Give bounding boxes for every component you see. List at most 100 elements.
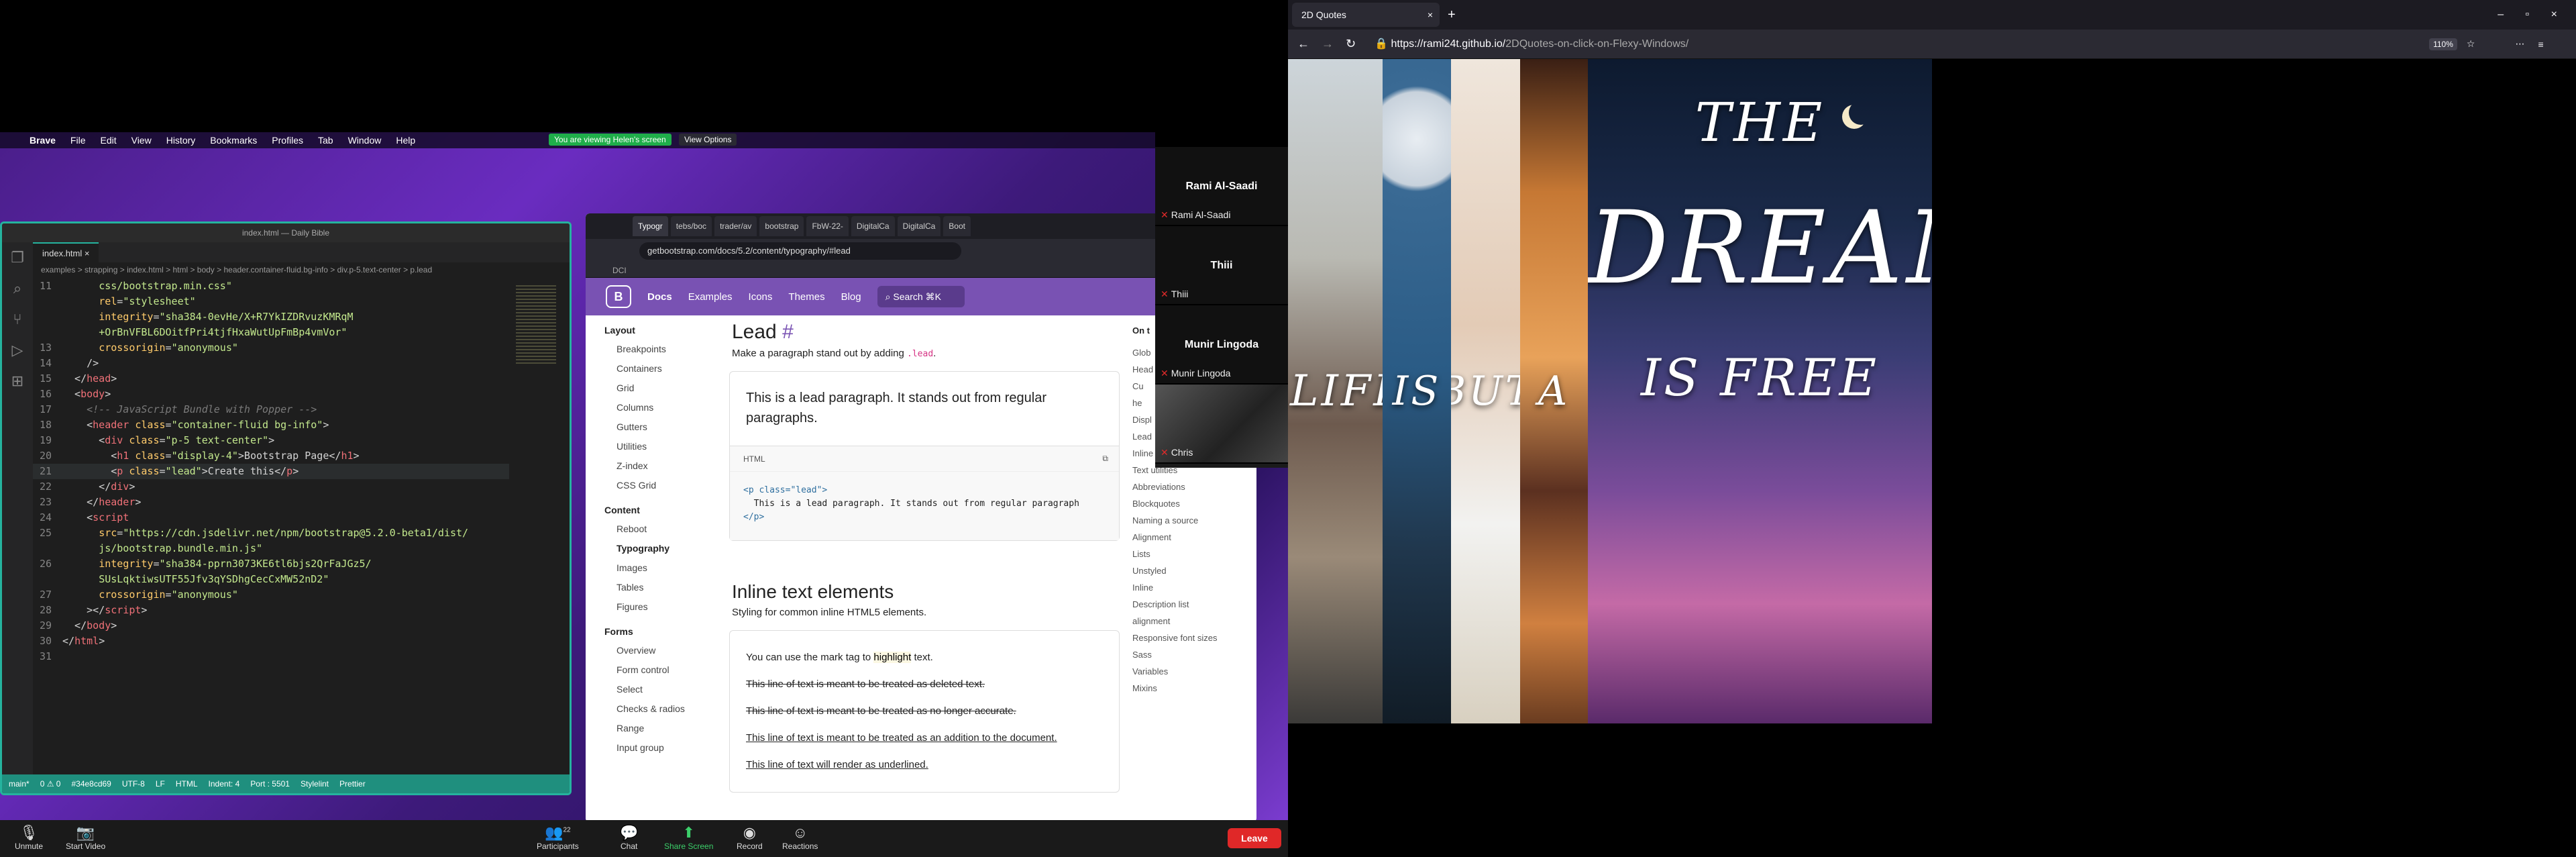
record-button[interactable]: ◉ Record: [737, 824, 763, 851]
code-line[interactable]: js/bootstrap.bundle.min.js": [33, 541, 509, 556]
browser-tab[interactable]: Boot: [943, 216, 971, 236]
port-status[interactable]: Port : 5501: [250, 779, 290, 789]
unmute-button[interactable]: 🎙 Unmute: [15, 824, 43, 851]
search-icon[interactable]: ⌕: [2, 273, 33, 304]
menu-help[interactable]: Help: [396, 135, 415, 146]
code-line[interactable]: 16 <body>: [33, 387, 509, 402]
sidebar-item[interactable]: Utilities: [616, 437, 720, 456]
firefox-tab[interactable]: 2D Quotes ×: [1292, 3, 1440, 27]
menu-view[interactable]: View: [131, 135, 152, 146]
sidebar-item[interactable]: Images: [616, 558, 720, 578]
language-status[interactable]: HTML: [176, 779, 198, 789]
browser-tab[interactable]: trader/av: [714, 216, 757, 236]
sidebar-item[interactable]: Breakpoints: [616, 340, 720, 359]
browser-tab[interactable]: bootstrap: [759, 216, 804, 236]
participant-tile[interactable]: Thiii ✕ Thiii: [1155, 226, 1288, 305]
toc-item[interactable]: Sass: [1132, 646, 1256, 663]
sidebar-group-content[interactable]: Content: [604, 505, 720, 515]
toc-item[interactable]: Responsive font sizes: [1132, 629, 1256, 646]
copy-icon[interactable]: ⧉: [1102, 454, 1108, 464]
sidebar-group-layout[interactable]: Layout: [604, 325, 720, 336]
window-controls[interactable]: – ▫ ×: [2498, 9, 2567, 21]
code-line[interactable]: 31: [33, 649, 509, 664]
eol-status[interactable]: LF: [156, 779, 165, 789]
docs-search-input[interactable]: ⌕ Search ⌘K: [877, 286, 965, 307]
menu-tab[interactable]: Tab: [318, 135, 333, 146]
chat-button[interactable]: 💬 Chat: [620, 824, 638, 851]
start-video-button[interactable]: 📷 Start Video: [66, 824, 105, 851]
reactions-button[interactable]: ☺ Reactions: [782, 824, 818, 851]
sidebar-group-forms[interactable]: Forms: [604, 626, 720, 637]
tab-index-html[interactable]: index.html ×: [33, 242, 99, 262]
sidebar-item[interactable]: Form control: [616, 660, 720, 680]
browser-tab[interactable]: Typogr: [633, 216, 668, 236]
sidebar-item[interactable]: Columns: [616, 398, 720, 417]
nav-icons[interactable]: Icons: [749, 291, 773, 303]
debug-icon[interactable]: ▷: [2, 335, 33, 366]
toc-item[interactable]: Description list: [1132, 596, 1256, 613]
share-screen-button[interactable]: ⬆ Share Screen: [664, 824, 713, 851]
code-line[interactable]: 23 </header>: [33, 495, 509, 510]
close-icon[interactable]: ×: [85, 248, 90, 258]
code-line[interactable]: 30 </html>: [33, 634, 509, 649]
code-editor[interactable]: 11 css/bootstrap.min.css" rel="styleshee…: [33, 279, 509, 774]
nav-blog[interactable]: Blog: [841, 291, 861, 303]
sidebar-item[interactable]: Containers: [616, 359, 720, 379]
code-line[interactable]: 19 <div class="p-5 text-center">: [33, 433, 509, 448]
toc-item[interactable]: Abbreviations: [1132, 478, 1256, 495]
back-icon[interactable]: ←: [1297, 37, 1309, 51]
breadcrumb[interactable]: examples > strapping > index.html > html…: [33, 262, 570, 277]
branch-status[interactable]: main*: [9, 779, 30, 789]
quote-pane-candle[interactable]: A: [1520, 59, 1588, 723]
menu-history[interactable]: History: [166, 135, 196, 146]
menu-window[interactable]: Window: [348, 135, 382, 146]
menu-bookmarks[interactable]: Bookmarks: [210, 135, 257, 146]
code-line[interactable]: 17 <!-- JavaScript Bundle with Popper --…: [33, 402, 509, 417]
menu-icon[interactable]: ≡: [2538, 39, 2543, 50]
participant-video-tile[interactable]: ✕ Chris: [1155, 385, 1288, 464]
menu-brave[interactable]: Brave: [30, 135, 56, 146]
code-line[interactable]: 18 <header class="container-fluid bg-inf…: [33, 417, 509, 433]
commit-status[interactable]: #34e8cd69: [71, 779, 111, 789]
sidebar-item[interactable]: Range: [616, 719, 720, 738]
code-line[interactable]: 20 <h1 class="display-4">Bootstrap Page<…: [33, 448, 509, 464]
toc-item[interactable]: Mixins: [1132, 680, 1256, 697]
sidebar-item[interactable]: Grid: [616, 379, 720, 398]
explorer-icon[interactable]: ❐: [2, 242, 33, 273]
sidebar-item[interactable]: Z-index: [616, 456, 720, 476]
code-line[interactable]: integrity="sha384-0evHe/X+R7YkIZDRvuzKMR…: [33, 309, 509, 325]
browser-tab[interactable]: DigitalCa: [851, 216, 895, 236]
toc-item[interactable]: Alignment: [1132, 529, 1256, 546]
anchor-link[interactable]: #: [782, 321, 794, 343]
sidebar-item[interactable]: Reboot: [616, 519, 720, 539]
toc-item[interactable]: alignment: [1132, 613, 1256, 629]
address-input[interactable]: getbootstrap.com/docs/5.2/content/typogr…: [639, 242, 961, 260]
close-icon[interactable]: ×: [1428, 3, 1433, 27]
quote-pane-fabric[interactable]: BUT: [1451, 59, 1520, 723]
code-line[interactable]: 21 <p class="lead">Create this</p>: [33, 464, 509, 479]
leave-button[interactable]: Leave: [1228, 828, 1281, 848]
toc-item[interactable]: Unstyled: [1132, 562, 1256, 579]
participants-button[interactable]: 👥22 Participants: [537, 824, 579, 851]
code-line[interactable]: 22 </div>: [33, 479, 509, 495]
view-options-button[interactable]: View Options: [679, 134, 737, 146]
code-line[interactable]: 24 <script: [33, 510, 509, 525]
reload-icon[interactable]: ↻: [1346, 37, 1356, 51]
code-line[interactable]: 14 />: [33, 356, 509, 371]
extensions-icon[interactable]: ⋯: [2515, 38, 2524, 50]
firefox-address-input[interactable]: 🔒 https://rami24t.github.io/2DQuotes-on-…: [1369, 34, 2429, 55]
toc-item[interactable]: Naming a source: [1132, 512, 1256, 529]
code-line[interactable]: 25 src="https://cdn.jsdelivr.net/npm/boo…: [33, 525, 509, 541]
browser-tab[interactable]: tebs/boc: [670, 216, 712, 236]
browser-tab[interactable]: FbW-22-: [806, 216, 849, 236]
forward-icon[interactable]: →: [1322, 37, 1334, 51]
toc-item[interactable]: Blockquotes: [1132, 495, 1256, 512]
indent-status[interactable]: Indent: 4: [209, 779, 240, 789]
new-tab-icon[interactable]: +: [1448, 7, 1456, 23]
source-control-icon[interactable]: ⑂: [2, 304, 33, 335]
stylelint-status[interactable]: Stylelint: [301, 779, 329, 789]
sidebar-item-typography[interactable]: Typography: [616, 539, 720, 558]
code-line[interactable]: SUsLqktiwsUTF55Jfv3qYSDhgCecCxMW52nD2": [33, 572, 509, 587]
nav-docs[interactable]: Docs: [647, 291, 672, 303]
bootstrap-logo[interactable]: B: [606, 285, 631, 308]
